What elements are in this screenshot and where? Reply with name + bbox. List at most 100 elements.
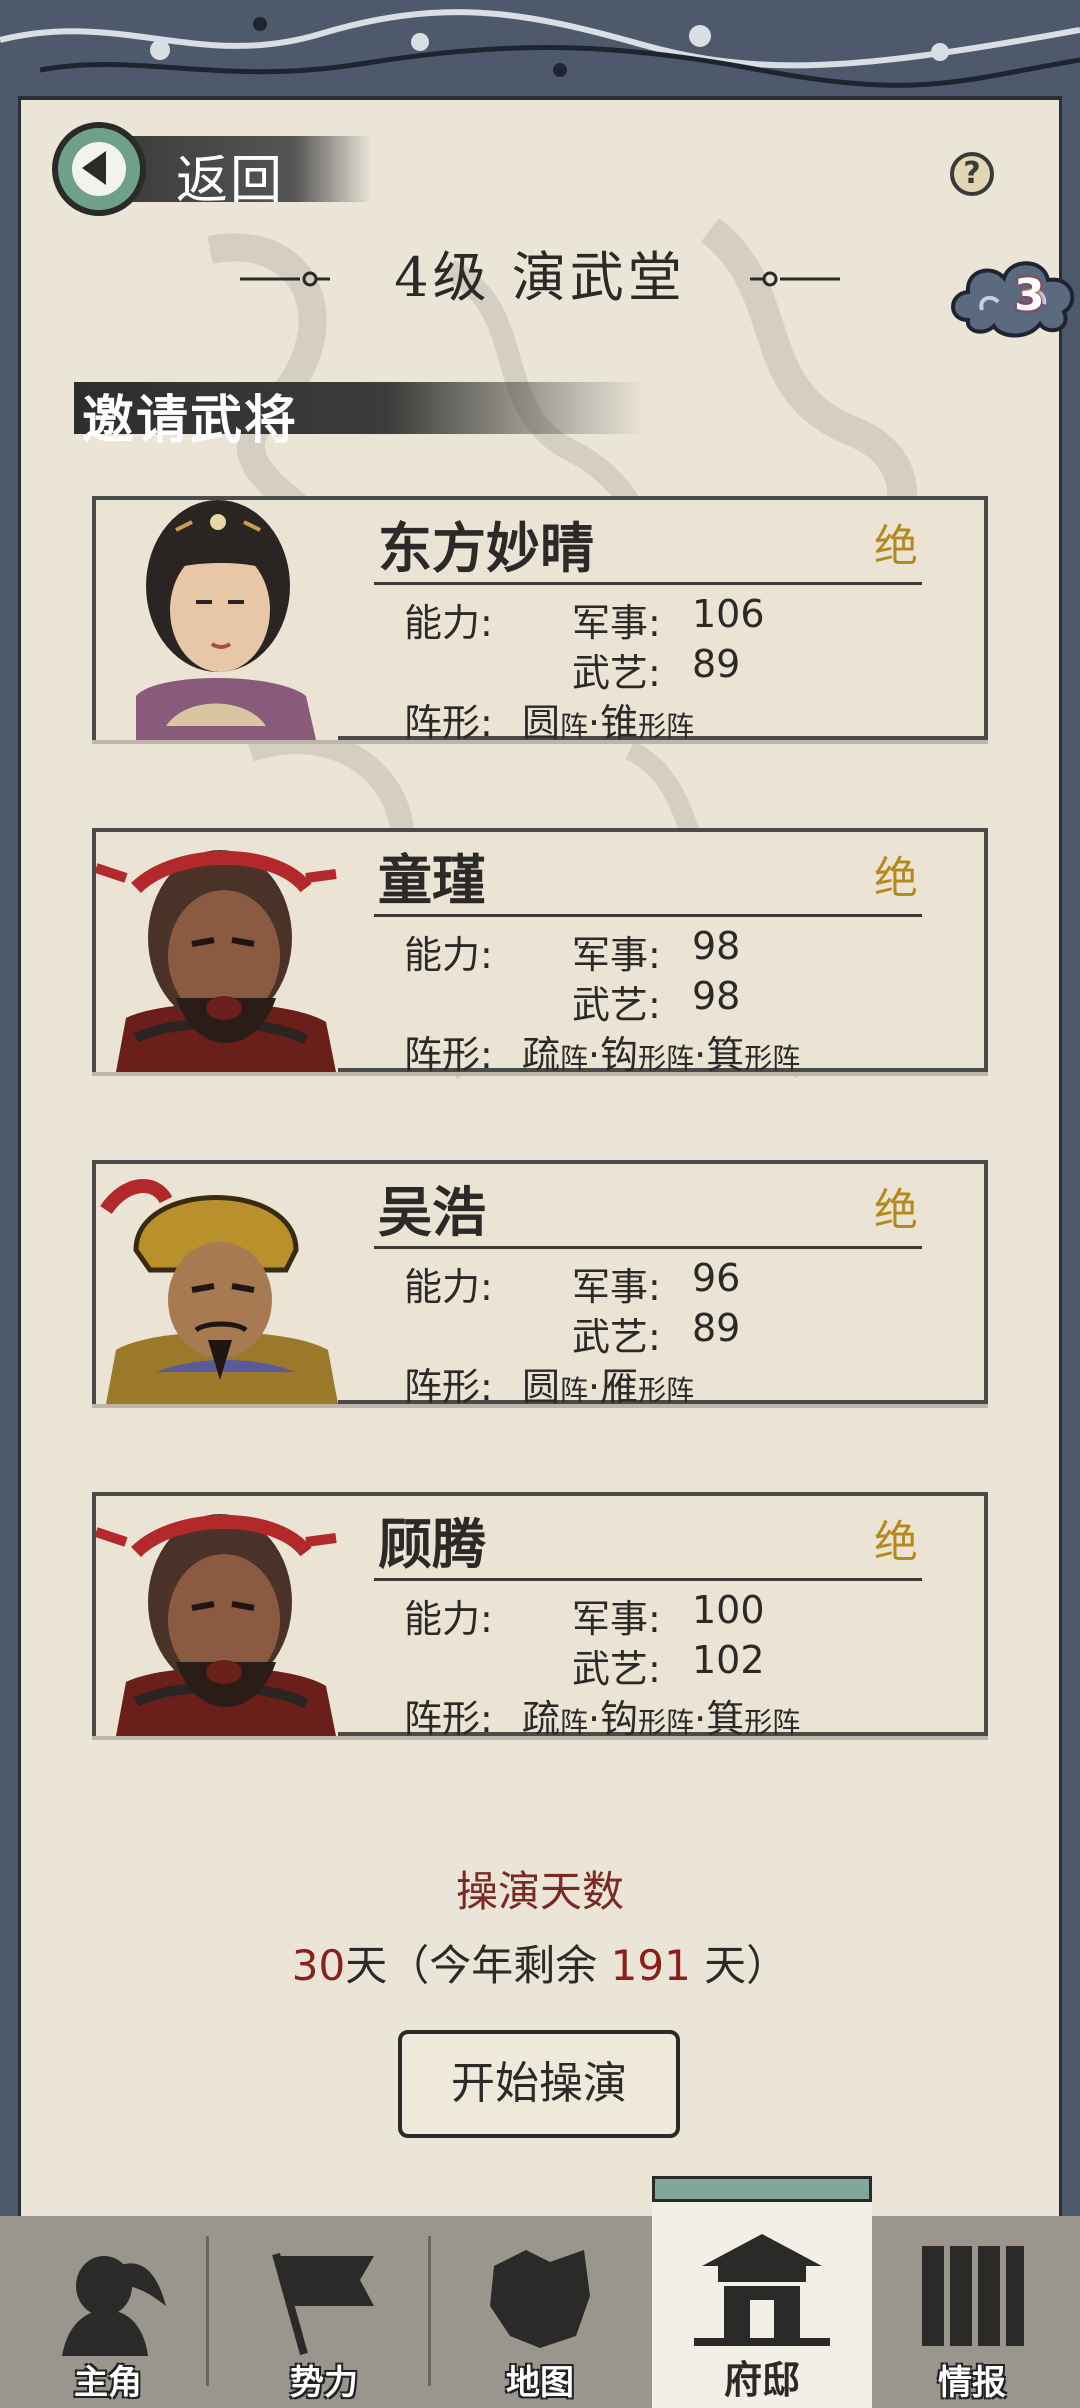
badge-count: 3 [1014, 270, 1045, 321]
formation-label: 阵形: [404, 1365, 493, 1409]
bottom-nav: 主角 势力 地图 情报 [0, 2216, 1080, 2408]
nav-label: 府邸 [723, 2358, 800, 2402]
nav-item-mansion[interactable]: 府邸 [652, 2176, 872, 2408]
nav-item-hero[interactable]: 主角 [0, 2216, 216, 2408]
card-divider [374, 1246, 922, 1249]
formation-suffix: 阵 [560, 710, 589, 743]
formation-name: 钩 [600, 1033, 639, 1077]
back-button[interactable]: 返回 [52, 122, 372, 216]
martial-label: 武艺: [572, 983, 661, 1027]
military-label: 军事: [572, 1597, 661, 1641]
start-drill-button[interactable]: 开始操演 [398, 2030, 680, 2138]
martial-value: 98 [692, 974, 741, 1018]
formation-name: 圆 [522, 701, 561, 745]
formation-name: 箕 [706, 1697, 745, 1741]
formation-suffix: 形阵 [744, 1706, 801, 1739]
hero-icon [62, 2256, 166, 2356]
general-card[interactable]: 顾腾 绝 能力: 军事: 100 武艺: 102 阵形: 疏阵·钩形阵·箕形阵 [92, 1492, 988, 1741]
martial-label: 武艺: [572, 651, 661, 695]
back-label: 返回 [176, 151, 285, 211]
nav-label: 势力 [290, 2363, 358, 2403]
formation-label: 阵形: [404, 1033, 493, 1077]
general-portrait-icon [96, 1164, 338, 1404]
section-title: 邀请武将 [82, 390, 299, 451]
formation-list: 圆阵·锥形阵 [522, 701, 695, 745]
flag-icon [272, 2252, 374, 2356]
nav-divider [428, 2236, 431, 2386]
general-name: 东方妙晴 [378, 516, 594, 580]
ability-label: 能力: [404, 1265, 493, 1309]
formation-name: 疏 [522, 1697, 561, 1741]
title-ornament-right-icon [750, 271, 840, 287]
military-value: 106 [692, 592, 765, 636]
nav-item-power[interactable]: 势力 [216, 2216, 432, 2408]
nav-label: 情报 [938, 2363, 1006, 2403]
martial-label: 武艺: [572, 1315, 661, 1359]
formation-name: 圆 [522, 1365, 561, 1409]
general-card[interactable]: 童瑾 绝 能力: 军事: 98 武艺: 98 阵形: 疏阵·钩形阵·箕形阵 [92, 828, 988, 1077]
notification-badge[interactable]: 3 [948, 250, 1080, 342]
ability-label: 能力: [404, 1597, 493, 1641]
military-value: 98 [692, 924, 741, 968]
martial-value: 89 [692, 1306, 741, 1350]
formation-list: 圆阵·雁形阵 [522, 1365, 695, 1409]
general-card[interactable]: 东方妙晴 绝 能力: 军事: 106 武艺: 89 阵形: 圆阵·锥形阵 [92, 496, 988, 745]
general-portrait-icon [96, 1496, 338, 1736]
military-value: 96 [692, 1256, 741, 1300]
formation-name: 雁 [600, 1365, 639, 1409]
formation-label: 阵形: [404, 701, 493, 745]
nav-item-map[interactable]: 地图 [432, 2216, 648, 2408]
active-tab-marker [652, 2176, 872, 2202]
ability-label: 能力: [404, 933, 493, 977]
drill-days-label: 操演天数 [455, 1867, 624, 1916]
formation-name: 钩 [600, 1697, 639, 1741]
drill-days-unit: 天 [345, 1941, 388, 1990]
formation-name: 疏 [522, 1033, 561, 1077]
top-decorative-band [0, 0, 1080, 100]
formation-suffix: 形阵 [638, 710, 695, 743]
general-rank: 绝 [874, 1517, 918, 1568]
general-rank: 绝 [874, 521, 918, 572]
section-header: 邀请武将 [74, 382, 644, 451]
martial-label: 武艺: [572, 1647, 661, 1691]
card-divider [374, 1578, 922, 1581]
nav-divider [206, 2236, 209, 2386]
military-label: 军事: [572, 933, 661, 977]
formation-list: 疏阵·钩形阵·箕形阵 [522, 1697, 801, 1741]
nav-item-intel[interactable]: 情报 [864, 2216, 1080, 2408]
general-rank: 绝 [874, 853, 918, 904]
military-value: 100 [692, 1588, 765, 1632]
back-arrow-icon [52, 122, 146, 216]
nav-label: 主角 [74, 2363, 142, 2403]
general-rank: 绝 [874, 1185, 918, 1236]
formation-suffix: 形阵 [744, 1042, 801, 1075]
page-title-row: 4级 演武堂 [240, 238, 840, 318]
card-divider [374, 914, 922, 917]
scroll-icon [922, 2246, 1024, 2346]
help-icon[interactable]: ? [950, 152, 994, 196]
military-label: 军事: [572, 1265, 661, 1309]
formation-suffix: 形阵 [638, 1706, 695, 1739]
formation-label: 阵形: [404, 1697, 493, 1741]
title-ornament-left-icon [240, 271, 330, 287]
remaining-suffix: 天） [704, 1941, 789, 1990]
military-label: 军事: [572, 601, 661, 645]
drill-days-summary: 30天（今年剩余 191 天） [0, 1932, 1080, 1993]
general-card[interactable]: 吴浩 绝 能力: 军事: 96 武艺: 89 阵形: 圆阵·雁形阵 [92, 1160, 988, 1409]
martial-value: 102 [692, 1638, 765, 1682]
card-divider [374, 582, 922, 585]
formation-name: 锥 [600, 701, 639, 745]
martial-value: 89 [692, 642, 741, 686]
map-icon [490, 2250, 590, 2348]
formation-suffix: 形阵 [638, 1042, 695, 1075]
mansion-icon [694, 2234, 830, 2346]
remaining-days-value: 191 [610, 1941, 691, 1990]
general-name: 顾腾 [378, 1512, 486, 1576]
formation-suffix: 阵 [560, 1374, 589, 1407]
nav-label: 地图 [506, 2363, 574, 2403]
formation-suffix: 形阵 [638, 1374, 695, 1407]
remaining-prefix: （今年剩余 [387, 1941, 598, 1990]
formation-suffix: 阵 [560, 1706, 589, 1739]
page-title: 4级 演武堂 [394, 246, 686, 309]
formation-list: 疏阵·钩形阵·箕形阵 [522, 1033, 801, 1077]
